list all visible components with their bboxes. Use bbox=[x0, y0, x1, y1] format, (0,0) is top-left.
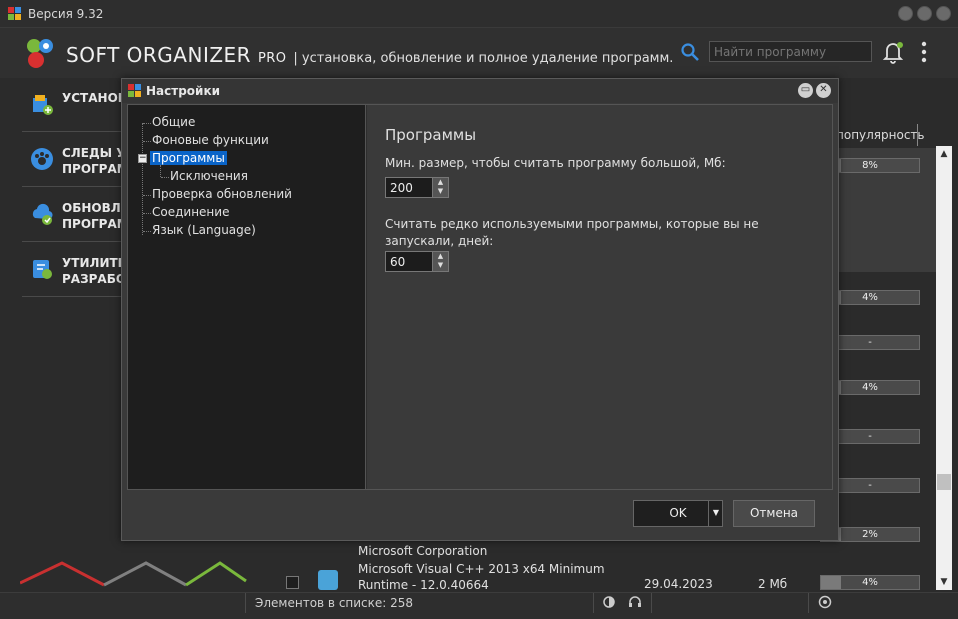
popularity-value: - bbox=[868, 480, 872, 491]
min-size-spin-buttons[interactable]: ▲ ▼ bbox=[432, 178, 448, 197]
popularity-value: - bbox=[868, 337, 872, 348]
theme-toggle-icon[interactable] bbox=[601, 594, 617, 610]
status-item-count: Элементов в списке: 258 bbox=[255, 596, 414, 610]
support-headset-icon[interactable] bbox=[627, 594, 643, 610]
tree-line bbox=[160, 165, 161, 177]
minimize-button[interactable] bbox=[898, 6, 913, 21]
cloud-update-icon bbox=[32, 203, 53, 225]
window-titlebar bbox=[0, 0, 958, 28]
min-size-label: Мин. размер, чтобы считать программу бол… bbox=[385, 156, 726, 170]
settings-dialog: Настройки ▭ ✕ Общие Фоновые функции − Пр… bbox=[121, 78, 839, 541]
popularity-value: 4% bbox=[862, 292, 878, 303]
tree-line bbox=[142, 123, 143, 235]
popularity-value: 4% bbox=[862, 577, 878, 588]
more-menu-icon[interactable] bbox=[920, 40, 928, 64]
rare-days-stepper[interactable]: ▲▼ bbox=[385, 251, 449, 272]
tree-item-exclusions[interactable]: Исключения bbox=[170, 169, 248, 183]
close-button[interactable] bbox=[936, 6, 951, 21]
app-header: SOFT ORGANIZER PRO | установка, обновлен… bbox=[0, 28, 958, 78]
tree-line bbox=[143, 213, 151, 214]
dialog-body: Общие Фоновые функции − Программы Исключ… bbox=[127, 104, 833, 490]
brand-tagline: | установка, обновление и полное удалени… bbox=[293, 51, 674, 66]
activity-decor-graphic bbox=[20, 561, 247, 587]
row-size: 2 Мб bbox=[758, 577, 788, 591]
dialog-app-icon bbox=[128, 84, 142, 98]
popularity-value: 8% bbox=[862, 160, 878, 171]
vertical-scrollbar[interactable]: ▲ ▼ bbox=[936, 146, 952, 590]
app-logo-icon bbox=[8, 7, 22, 21]
popularity-value: - bbox=[868, 431, 872, 442]
status-bar bbox=[0, 592, 958, 619]
bell-icon[interactable] bbox=[882, 40, 904, 64]
min-size-input[interactable] bbox=[386, 178, 432, 197]
spin-up-icon[interactable]: ▲ bbox=[433, 178, 448, 187]
status-separator bbox=[651, 593, 652, 613]
settings-tree: Общие Фоновые функции − Программы Исключ… bbox=[128, 105, 366, 489]
settings-panel: Программы Мин. размер, чтобы считать про… bbox=[367, 105, 832, 489]
scroll-down-icon[interactable]: ▼ bbox=[936, 574, 952, 590]
utilities-icon bbox=[33, 260, 52, 279]
cancel-button[interactable]: Отмена bbox=[733, 500, 815, 527]
popularity-value: 4% bbox=[862, 382, 878, 393]
tree-line bbox=[143, 231, 151, 232]
tree-item-background[interactable]: Фоновые функции bbox=[152, 133, 269, 147]
tree-item-update-check[interactable]: Проверка обновлений bbox=[152, 187, 292, 201]
dialog-title: Настройки bbox=[146, 84, 221, 98]
search-icon[interactable] bbox=[680, 42, 700, 62]
spin-down-icon[interactable]: ▼ bbox=[433, 187, 448, 196]
settings-gear-icon[interactable] bbox=[817, 594, 833, 610]
tree-item-programs[interactable]: Программы bbox=[150, 151, 227, 165]
popularity-value: 2% bbox=[862, 529, 878, 540]
dialog-maximize-icon[interactable]: ▭ bbox=[798, 83, 813, 98]
status-separator bbox=[593, 593, 594, 613]
status-separator bbox=[808, 593, 809, 613]
tree-item-connection[interactable]: Соединение bbox=[152, 205, 229, 219]
brand-title: SOFT ORGANIZER PRO | установка, обновлен… bbox=[66, 43, 673, 67]
paw-traces-icon bbox=[31, 148, 53, 170]
dialog-titlebar bbox=[122, 79, 838, 103]
install-box-icon bbox=[33, 95, 53, 115]
panel-title: Программы bbox=[385, 126, 477, 144]
tree-item-general[interactable]: Общие bbox=[152, 115, 195, 129]
status-separator bbox=[245, 593, 246, 613]
spin-down-icon[interactable]: ▼ bbox=[433, 261, 448, 270]
brand-logo-icon bbox=[27, 39, 53, 68]
spin-up-icon[interactable]: ▲ bbox=[433, 252, 448, 261]
tree-line bbox=[161, 177, 169, 178]
tree-collapse-icon[interactable]: − bbox=[138, 154, 147, 163]
version-label: Версия 9.32 bbox=[28, 7, 104, 21]
rare-days-spin-buttons[interactable]: ▲ ▼ bbox=[432, 252, 448, 271]
search-input[interactable] bbox=[709, 41, 872, 62]
tree-line bbox=[143, 123, 151, 124]
tree-line bbox=[143, 195, 151, 196]
row-publisher: Microsoft Corporation bbox=[358, 544, 488, 558]
min-size-stepper[interactable]: ▲▼ bbox=[385, 177, 449, 198]
row-program-name: Microsoft Visual C++ 2013 x64 Minimum Ru… bbox=[358, 562, 605, 592]
scroll-thumb[interactable] bbox=[937, 474, 951, 490]
popularity-fill bbox=[821, 576, 841, 589]
ok-dropdown-icon[interactable]: ▼ bbox=[708, 500, 723, 527]
brand-name: SOFT ORGANIZER bbox=[66, 43, 252, 67]
dialog-close-icon[interactable]: ✕ bbox=[816, 83, 831, 98]
row-install-date: 29.04.2023 bbox=[644, 577, 713, 591]
maximize-button[interactable] bbox=[917, 6, 932, 21]
rare-days-input[interactable] bbox=[386, 252, 432, 271]
tree-line bbox=[143, 141, 151, 142]
row-checkbox[interactable] bbox=[286, 576, 299, 589]
popularity-bar: 4% bbox=[820, 575, 920, 590]
tree-item-language[interactable]: Язык (Language) bbox=[152, 223, 256, 237]
scroll-up-icon[interactable]: ▲ bbox=[936, 146, 952, 162]
brand-edition: PRO bbox=[257, 51, 287, 66]
column-header-popularity[interactable]: популярность bbox=[826, 124, 925, 146]
program-icon bbox=[318, 570, 338, 590]
rare-usage-label: Считать редко используемыми программы, к… bbox=[385, 217, 759, 248]
